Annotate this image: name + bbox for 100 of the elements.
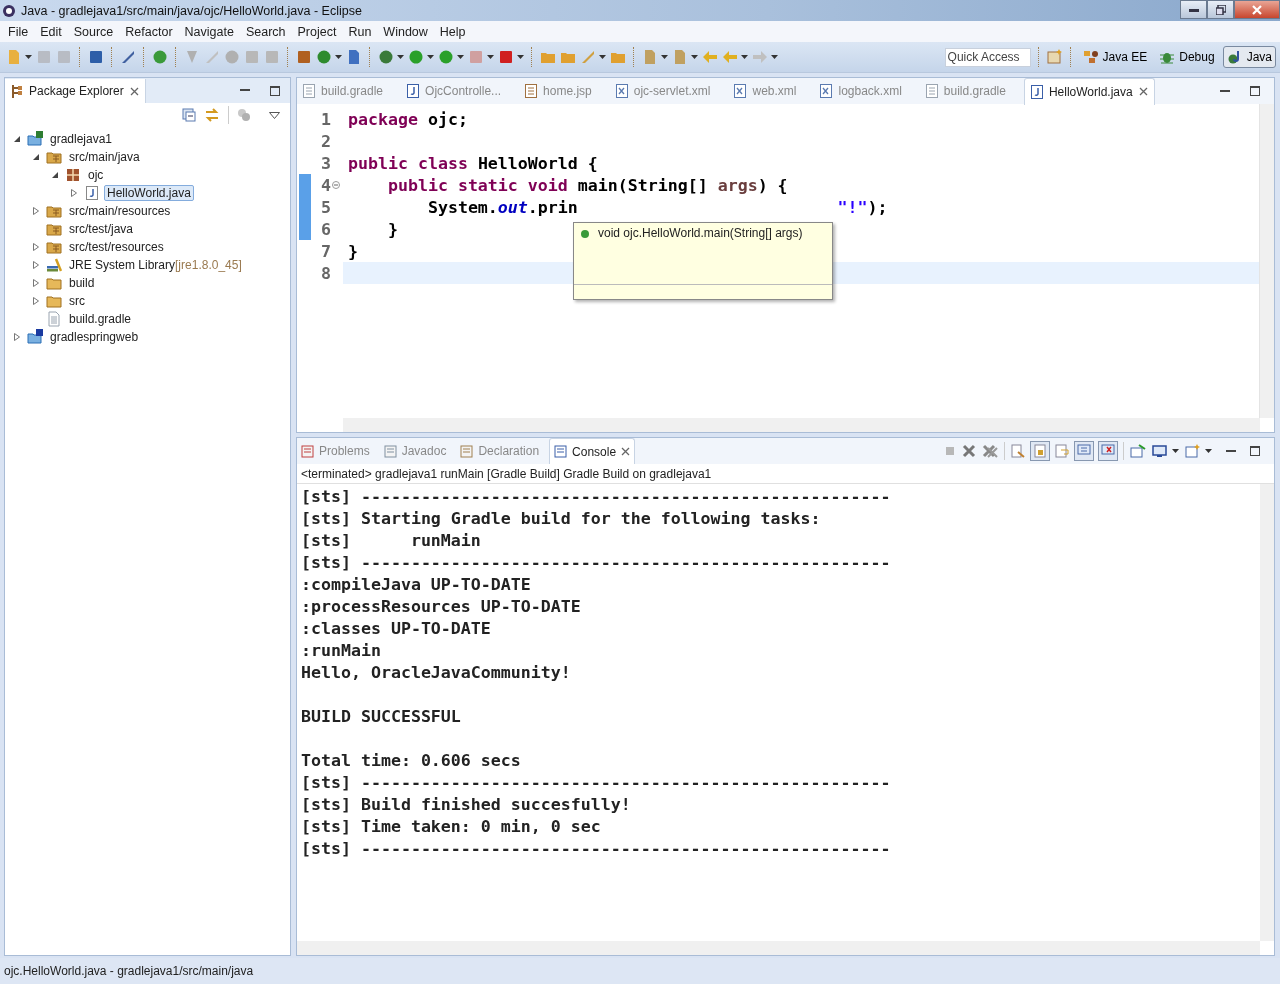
tree-item[interactable]: HelloWorld.java	[104, 185, 194, 201]
caret-icon[interactable]	[741, 55, 748, 59]
expand-arrow-icon[interactable]	[70, 189, 78, 197]
tree-item[interactable]: ojc	[85, 167, 107, 183]
horizontal-scrollbar[interactable]	[297, 941, 1260, 955]
close-tab-icon[interactable]	[1138, 87, 1148, 96]
view-menu-icon[interactable]	[269, 111, 280, 119]
menu-item[interactable]: Window	[377, 24, 434, 39]
expand-arrow-icon[interactable]	[32, 261, 40, 269]
caret-icon[interactable]	[517, 55, 524, 59]
console-line: [sts] -----------------------------------------------------	[301, 838, 892, 860]
tree-item[interactable]: src/test/resources	[66, 239, 167, 255]
library-icon	[46, 257, 62, 273]
menu-item[interactable]: Source	[67, 24, 120, 39]
maximize-icon[interactable]	[270, 85, 280, 96]
console-title: <terminated> gradlejava1 runMain [Gradle Build] Gradle Build on gradlejava1	[297, 464, 1274, 484]
file-icon	[46, 311, 62, 327]
menu-item[interactable]: Navigate	[178, 24, 240, 39]
tree-item[interactable]: build.gradle	[66, 311, 135, 327]
perspective-icon	[1082, 49, 1099, 65]
new-console-icon[interactable]	[1185, 444, 1200, 458]
clear-console-icon[interactable]	[1011, 444, 1025, 458]
menu-item[interactable]: Help	[433, 24, 472, 39]
close-tab-icon[interactable]	[621, 447, 631, 456]
remove-all-icon[interactable]	[982, 444, 998, 458]
line-number: 2	[320, 131, 331, 151]
menu-item[interactable]: Search	[239, 24, 292, 39]
word-wrap-icon[interactable]	[1055, 444, 1069, 458]
window-title: Java - gradlejava1/src/main/java/ojc/HelloWorld.java - Eclipse	[21, 3, 362, 18]
collapse-arrow-icon[interactable]	[13, 135, 21, 143]
menu-item[interactable]: Project	[291, 24, 343, 39]
caret-icon[interactable]	[335, 55, 342, 59]
console-line: BUILD SUCCESSFUL	[301, 706, 462, 728]
caret-icon[interactable]	[1205, 449, 1212, 453]
scroll-lock-icon[interactable]	[1031, 442, 1049, 460]
collapse-arrow-icon[interactable]	[32, 153, 40, 161]
tree-item[interactable]: src/test/java	[66, 221, 137, 237]
tree-item[interactable]: src/main/resources	[66, 203, 174, 219]
caret-icon[interactable]	[487, 55, 494, 59]
menu-item[interactable]: Refactor	[119, 24, 179, 39]
fold-icon[interactable]	[332, 181, 340, 189]
display-console-icon[interactable]	[1152, 444, 1167, 458]
menu-item[interactable]: Run	[342, 24, 378, 39]
menu-item[interactable]: File	[2, 24, 35, 39]
tree-item[interactable]: gradlejava1	[47, 131, 116, 147]
filter-icon[interactable]	[237, 108, 251, 122]
tree-item[interactable]: JRE System Library[jre1.8.0_45]	[66, 257, 245, 273]
caret-icon[interactable]	[771, 55, 778, 59]
collapse-arrow-icon[interactable]	[51, 171, 59, 179]
tree-item[interactable]: gradlespringweb	[47, 329, 142, 345]
expand-arrow-icon[interactable]	[13, 333, 21, 341]
code-line: }	[386, 218, 398, 240]
maximize-icon[interactable]	[1250, 86, 1260, 96]
caret-icon[interactable]	[457, 55, 464, 59]
caret-icon[interactable]	[25, 55, 32, 59]
console-line: [sts] Time taken: 0 min, 0 sec	[301, 816, 602, 838]
vertical-scrollbar[interactable]	[1260, 484, 1274, 941]
folder-icon	[46, 203, 62, 219]
close-button[interactable]	[1234, 0, 1280, 19]
vertical-scrollbar[interactable]	[1259, 104, 1274, 418]
quick-access-field[interactable]: Quick Access	[944, 47, 1031, 67]
package-explorer-tab[interactable]: Package Explorer	[5, 79, 146, 103]
expand-arrow-icon[interactable]	[32, 279, 40, 287]
collapse-all-icon[interactable]	[182, 108, 196, 122]
view-tab[interactable]: Console	[549, 438, 636, 464]
show-on-error-icon[interactable]	[1099, 442, 1117, 460]
console-line: :runMain	[301, 640, 382, 662]
line-number: 3	[320, 153, 331, 173]
minimize-icon[interactable]	[1226, 449, 1236, 453]
caret-icon[interactable]	[661, 55, 668, 59]
console-line: [sts] Starting Gradle build for the following tasks:	[301, 508, 822, 530]
horizontal-scrollbar[interactable]	[343, 418, 1260, 432]
console-line: :compileJava UP-TO-DATE	[301, 574, 532, 596]
caret-icon[interactable]	[691, 55, 698, 59]
caret-icon[interactable]	[599, 55, 606, 59]
minimize-icon[interactable]	[240, 89, 250, 92]
menu-item[interactable]: Edit	[34, 24, 68, 39]
pin-console-icon[interactable]	[1130, 444, 1146, 458]
perspective-button[interactable]: Java	[1222, 46, 1276, 68]
caret-icon[interactable]	[427, 55, 434, 59]
caret-icon[interactable]	[397, 55, 404, 59]
xml-file-icon	[734, 84, 747, 98]
link-editor-icon[interactable]	[204, 108, 220, 122]
perspective-button[interactable]: Debug	[1155, 46, 1219, 68]
minimize-icon[interactable]	[1220, 89, 1230, 93]
caret-icon[interactable]	[1172, 449, 1179, 453]
folder-icon	[46, 221, 62, 237]
tree-item[interactable]: src/main/java	[66, 149, 143, 165]
expand-arrow-icon[interactable]	[32, 297, 40, 305]
expand-arrow-icon[interactable]	[32, 243, 40, 251]
perspective-button[interactable]: Java EE	[1078, 46, 1152, 68]
minimize-button[interactable]	[1180, 0, 1207, 19]
expand-arrow-icon[interactable]	[32, 207, 40, 215]
tree-item[interactable]: build	[66, 275, 98, 291]
restore-button[interactable]	[1207, 0, 1234, 19]
tree-item[interactable]: src	[66, 293, 88, 309]
maximize-icon[interactable]	[1250, 446, 1260, 456]
editor-tab[interactable]: HelloWorld.java	[1023, 77, 1155, 105]
close-tab-icon[interactable]	[129, 86, 139, 96]
remove-launch-icon[interactable]	[962, 444, 976, 458]
